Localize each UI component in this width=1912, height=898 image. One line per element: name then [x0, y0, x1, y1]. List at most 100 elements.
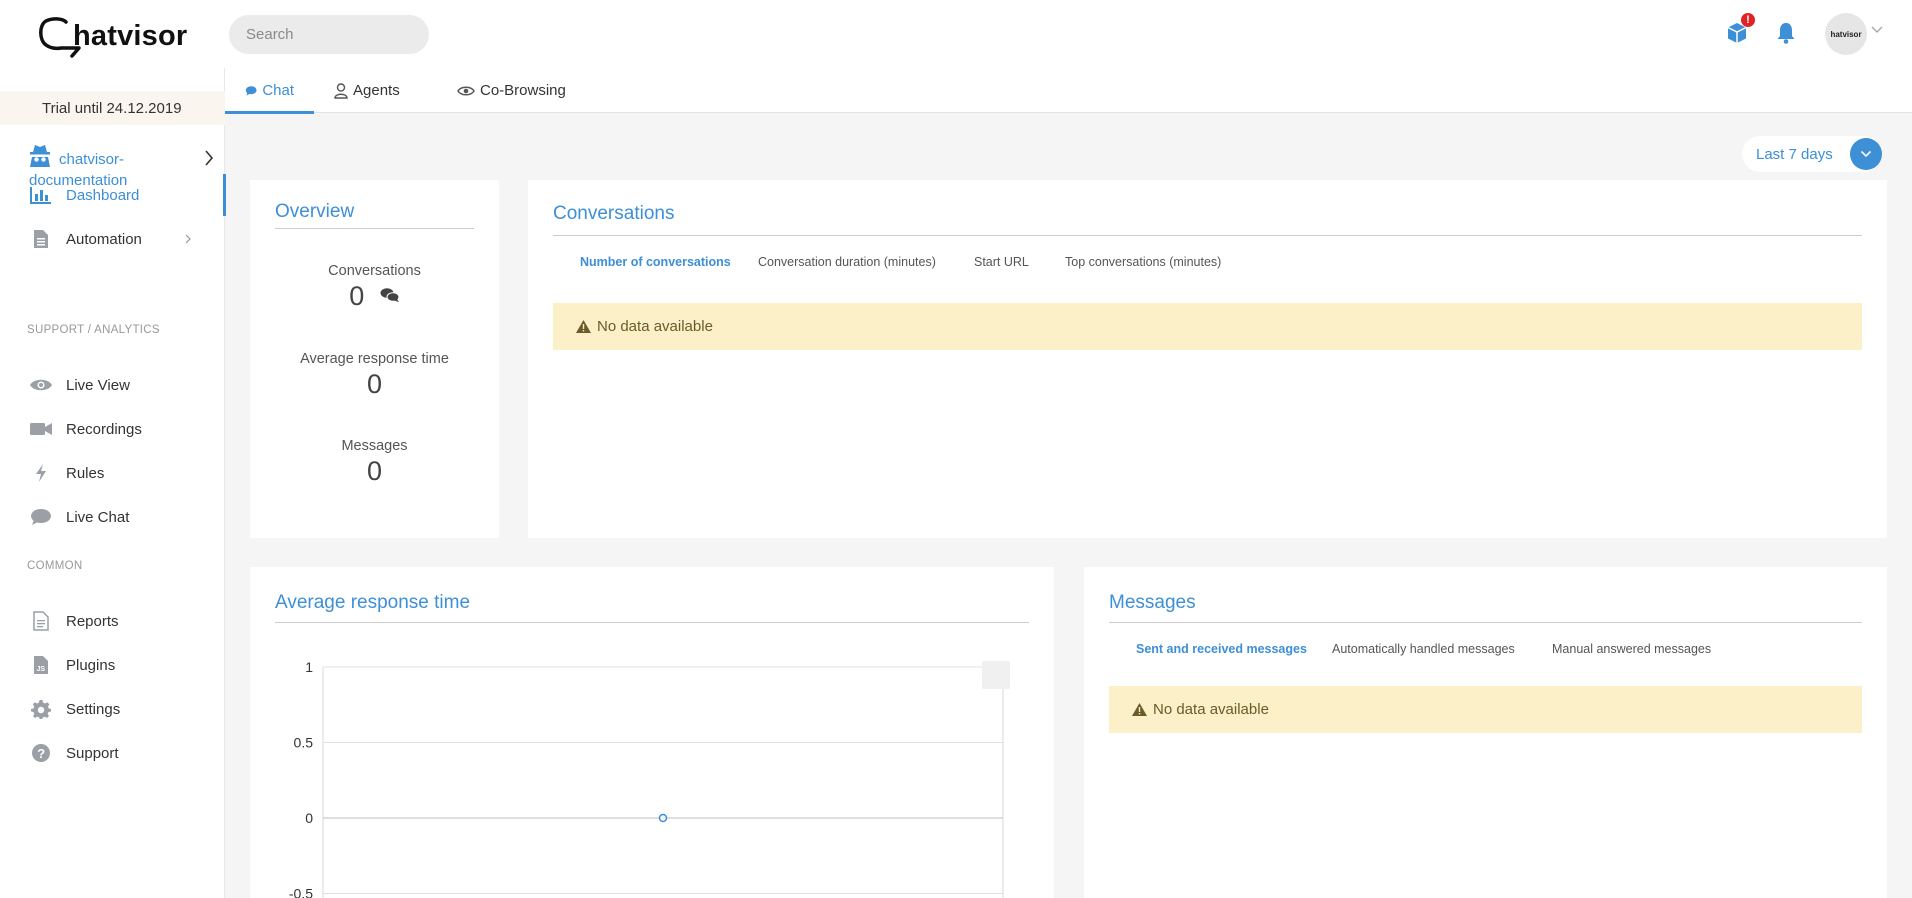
divider	[275, 228, 474, 229]
divider	[553, 235, 1862, 236]
sidebar-item-label: Live View	[66, 376, 130, 394]
avg-response-chart: 1 0.5 0 -0.5	[289, 659, 1004, 898]
sidebar-item-recordings[interactable]: Recordings	[0, 411, 225, 447]
bar-chart-icon	[29, 184, 53, 206]
warning-icon	[1132, 703, 1147, 716]
chat-icon	[245, 85, 257, 96]
subtab-number-of-conversations[interactable]: Number of conversations	[580, 255, 731, 269]
bell-icon	[1777, 23, 1795, 44]
overview-card: Overview Conversations 0 Average respons…	[250, 180, 499, 538]
no-data-alert: No data available	[553, 303, 1862, 350]
tab-chat[interactable]: Chat	[225, 68, 314, 114]
y-tick-label: 1	[305, 659, 313, 675]
search-input[interactable]	[229, 15, 429, 54]
user-icon	[334, 82, 348, 99]
notifications-button[interactable]	[1771, 18, 1801, 48]
svg-text:JS: JS	[37, 666, 46, 673]
sidebar: Trial until 24.12.2019 chatvisor-documen…	[0, 68, 226, 898]
divider	[1109, 622, 1862, 623]
sidebar-item-label: Dashboard	[66, 186, 140, 204]
trial-banner: Trial until 24.12.2019	[0, 91, 225, 125]
sidebar-item-label: Support	[66, 744, 119, 762]
tab-label: Agents	[353, 82, 400, 99]
document-icon	[29, 228, 53, 250]
main-tabs: Chat Agents Co-Browsing	[225, 68, 1912, 114]
notification-badge: !	[1741, 13, 1755, 27]
sidebar-item-rules[interactable]: Rules	[0, 455, 225, 491]
sidebar-item-live-view[interactable]: Live View	[0, 367, 225, 403]
chat-bubble-icon	[29, 506, 53, 528]
stat-label: Average response time	[300, 351, 449, 367]
sidebar-item-label: Rules	[66, 464, 105, 482]
package-notification-button[interactable]: !	[1722, 13, 1755, 48]
stat-value: 0	[250, 281, 499, 312]
messages-card: Messages Sent and received messages Auto…	[1084, 567, 1887, 898]
user-avatar[interactable]: hatvisor	[1825, 13, 1867, 55]
stat-label: Conversations	[328, 263, 421, 279]
tab-agents[interactable]: Agents	[314, 68, 420, 113]
chevron-down-icon[interactable]	[1871, 26, 1883, 34]
overview-title: Overview	[275, 201, 355, 222]
chatvisor-logo[interactable]: hatvisor	[36, 12, 196, 58]
sidebar-item-settings[interactable]: Settings	[0, 691, 225, 727]
sidebar-item-support[interactable]: ? Support	[0, 735, 225, 771]
overview-stat-conversations: Conversations 0	[250, 263, 499, 312]
subtab-start-url[interactable]: Start URL	[974, 255, 1029, 269]
y-tick-label: 0	[305, 810, 313, 826]
conversations-title: Conversations	[553, 203, 675, 224]
section-label-support: SUPPORT / ANALYTICS	[27, 324, 160, 336]
sidebar-item-automation[interactable]: Automation	[0, 221, 225, 257]
chevron-right-icon[interactable]	[204, 150, 214, 166]
stat-label: Messages	[341, 438, 408, 454]
stat-value: 0	[366, 456, 383, 486]
tab-label: Co-Browsing	[480, 82, 566, 99]
svg-text:?: ?	[37, 746, 45, 761]
sidebar-item-label: Recordings	[66, 420, 142, 438]
no-data-alert: No data available	[1109, 686, 1862, 733]
messages-title: Messages	[1109, 592, 1196, 613]
video-camera-icon	[29, 418, 53, 440]
sidebar-item-label: Plugins	[66, 656, 116, 674]
sidebar-item-label: Live Chat	[66, 508, 130, 526]
sidebar-item-label: Reports	[66, 612, 119, 630]
subtab-sent-received[interactable]: Sent and received messages	[1136, 642, 1307, 656]
spy-icon	[30, 145, 50, 167]
y-tick-label: 0.5	[294, 735, 314, 751]
date-range-dropdown-button[interactable]	[1850, 138, 1882, 170]
eye-icon	[457, 86, 475, 95]
subtab-top-conversations[interactable]: Top conversations (minutes)	[1065, 255, 1221, 269]
eye-icon	[29, 374, 53, 396]
conversations-card: Conversations Number of conversations Co…	[528, 180, 1887, 538]
data-point[interactable]	[658, 813, 668, 823]
sidebar-item-live-chat[interactable]: Live Chat	[0, 499, 225, 535]
help-icon: ?	[29, 742, 53, 764]
tab-label: Chat	[262, 82, 294, 99]
gear-icon	[29, 698, 53, 720]
overview-stat-messages: Messages 0	[250, 438, 499, 487]
report-icon	[29, 610, 53, 632]
sidebar-item-label: Automation	[66, 230, 142, 248]
subtab-conversation-duration[interactable]: Conversation duration (minutes)	[758, 255, 936, 269]
logo-text: hatvisor	[73, 20, 188, 52]
chevron-right-icon	[185, 234, 191, 244]
lightning-icon	[29, 462, 53, 484]
stat-value: 0	[366, 369, 383, 399]
avg-response-card: Average response time 1 0.5 0 -0.5	[250, 567, 1054, 898]
date-range-label: Last 7 days	[1756, 145, 1833, 163]
section-label-common: COMMON	[27, 560, 83, 572]
subtab-automatically-handled[interactable]: Automatically handled messages	[1332, 642, 1515, 656]
sidebar-item-reports[interactable]: Reports	[0, 603, 225, 639]
sidebar-item-plugins[interactable]: JS Plugins	[0, 647, 225, 683]
alert-text: No data available	[1153, 701, 1269, 718]
tab-co-browsing[interactable]: Co-Browsing	[437, 68, 586, 113]
avatar-text: hatvisor	[1830, 29, 1862, 39]
y-tick-label: -0.5	[289, 886, 313, 898]
date-range-selector[interactable]: Last 7 days	[1742, 136, 1882, 172]
subtab-manual-answered[interactable]: Manual answered messages	[1552, 642, 1711, 656]
chart-menu-button[interactable]	[982, 661, 1010, 689]
js-file-icon: JS	[29, 654, 53, 676]
chevron-down-icon	[1860, 150, 1872, 158]
top-bar: hatvisor ! hatvisor	[0, 0, 1912, 68]
alert-text: No data available	[597, 318, 713, 335]
sidebar-item-dashboard[interactable]: Dashboard	[0, 174, 226, 216]
